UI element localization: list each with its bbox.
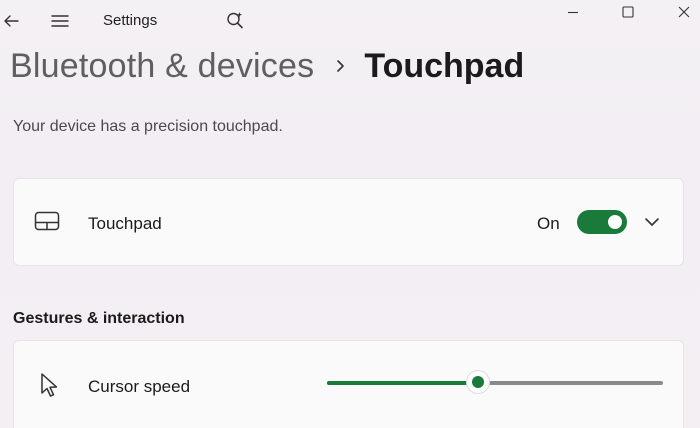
close-icon[interactable] bbox=[669, 0, 699, 27]
slider-thumb-dot bbox=[472, 376, 485, 388]
cursor-speed-card: Cursor speed bbox=[13, 340, 684, 428]
chevron-right-icon bbox=[336, 46, 346, 86]
page-title: Touchpad bbox=[364, 46, 525, 85]
slider-fill bbox=[327, 381, 479, 385]
search-sparkle-icon[interactable] bbox=[220, 5, 250, 35]
chevron-down-icon[interactable] bbox=[640, 210, 664, 234]
cursor-speed-slider[interactable] bbox=[327, 371, 663, 395]
cursor-speed-label: Cursor speed bbox=[88, 377, 191, 396]
cursor-pointer-icon bbox=[38, 371, 60, 399]
section-heading: Gestures & interaction bbox=[13, 310, 185, 327]
hamburger-menu-icon[interactable] bbox=[45, 6, 75, 36]
toggle-knob bbox=[608, 215, 622, 229]
minimize-icon[interactable] bbox=[558, 0, 588, 27]
page-subtitle: Your device has a precision touchpad. bbox=[13, 118, 283, 135]
breadcrumb: Bluetooth & devices Touchpad bbox=[10, 46, 524, 86]
touchpad-toggle[interactable] bbox=[577, 210, 627, 234]
back-arrow-icon[interactable] bbox=[0, 6, 26, 36]
slider-thumb[interactable] bbox=[467, 371, 490, 393]
title-bar: Settings bbox=[0, 0, 700, 42]
touchpad-label: Touchpad bbox=[88, 214, 162, 233]
touchpad-card[interactable]: Touchpad On bbox=[13, 178, 684, 266]
app-title: Settings bbox=[103, 12, 158, 29]
toggle-state-text: On bbox=[537, 214, 560, 233]
breadcrumb-parent-link[interactable]: Bluetooth & devices bbox=[10, 47, 314, 86]
touchpad-icon bbox=[34, 210, 60, 232]
maximize-icon[interactable] bbox=[613, 0, 643, 27]
